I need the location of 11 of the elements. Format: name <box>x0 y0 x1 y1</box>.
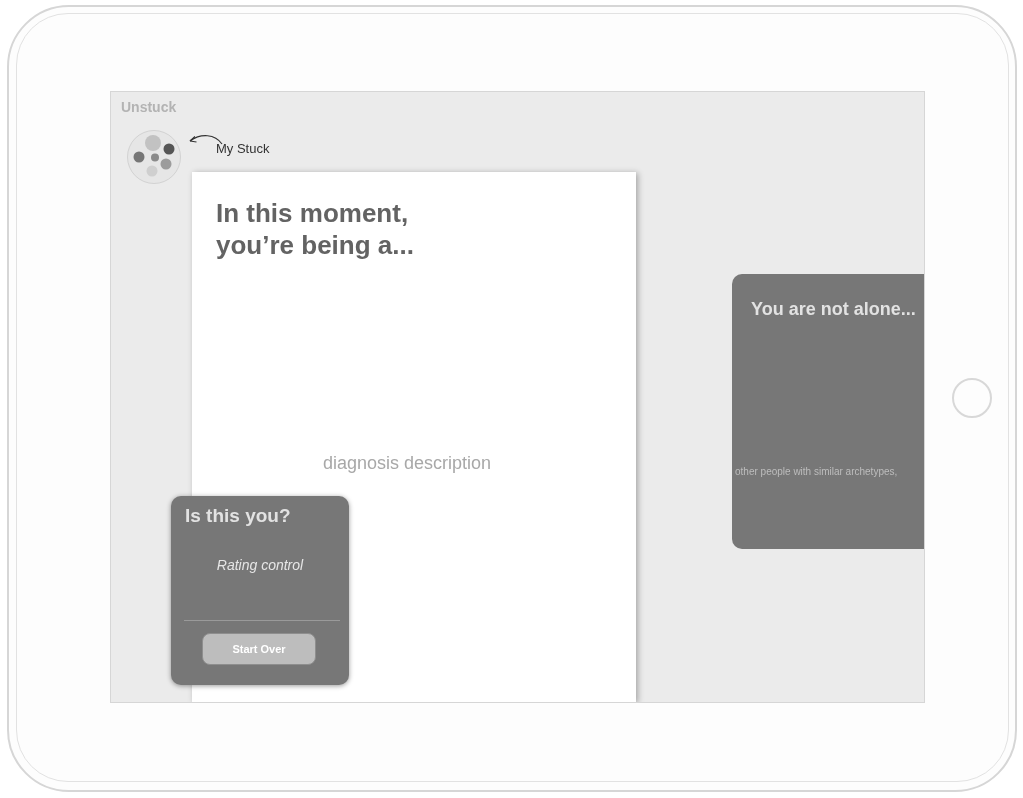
community-text: other people with similar archetypes, <box>735 466 898 478</box>
profile-label: My Stuck <box>216 141 270 156</box>
community-title: You are not alone... <box>751 298 916 320</box>
rating-control-note: Rating control <box>216 556 304 574</box>
diagnosis-description: diagnosis description <box>322 452 492 474</box>
diagnosis-heading: In this moment, you’re being a... <box>216 197 415 261</box>
feedback-title: Is this you? <box>185 505 291 527</box>
curved-arrow-icon <box>187 132 223 146</box>
start-over-button[interactable]: Start Over <box>202 633 316 665</box>
app-title: Unstuck <box>121 99 177 115</box>
dot-cluster-icon[interactable] <box>127 130 181 184</box>
